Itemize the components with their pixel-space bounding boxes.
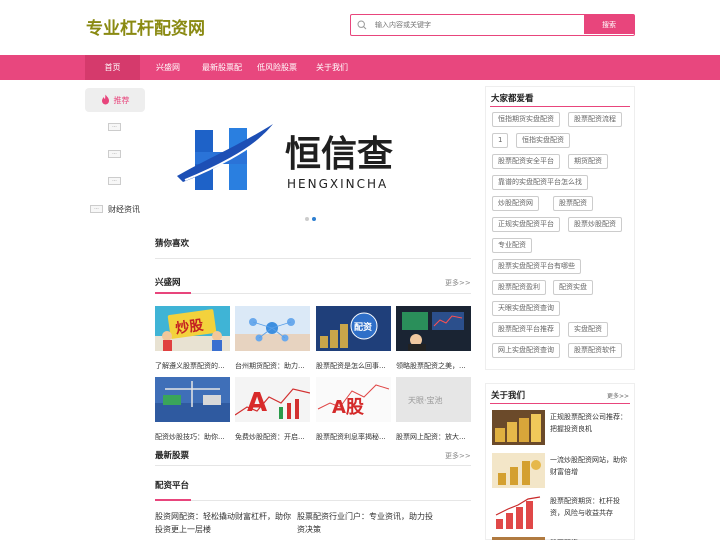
tag-link[interactable]: 恒指期货实盘配资: [492, 112, 560, 127]
about-thumb[interactable]: [492, 495, 545, 530]
article-thumb[interactable]: 配资: [316, 306, 391, 351]
tag-link[interactable]: 天眼实盘配资查询: [492, 301, 560, 316]
section-title-guess: 猜你喜欢: [155, 239, 190, 249]
panel-underline: [490, 403, 630, 404]
search-input[interactable]: [373, 15, 584, 35]
tag-link[interactable]: 正规实盘配资平台: [492, 217, 560, 232]
sidebar-item-recommend[interactable]: 推荐: [85, 88, 145, 112]
platform-post[interactable]: 股资网配资：轻松撬动财富杠杆，助你投资更上一层楼: [155, 510, 295, 536]
nav-latest-stock[interactable]: 最新股票配: [196, 55, 248, 80]
divider: [155, 258, 471, 259]
tag-link[interactable]: 实盘配资: [568, 322, 608, 337]
sidebar-item-2[interactable]: ...: [108, 150, 121, 158]
search-icon: [351, 15, 373, 34]
section-title-xingsheng: 兴盛网: [155, 278, 181, 288]
svg-text:A: A: [247, 388, 267, 418]
hengxincha-logo: 恒信查 HENGXINCHA: [177, 124, 393, 191]
svg-text:A股: A股: [332, 397, 365, 418]
tag-link[interactable]: 股票配资流程: [568, 112, 622, 127]
main-nav: 首页 兴盛网 最新股票配 低风险股票 关于我们: [0, 55, 720, 80]
tag-link[interactable]: 股票实盘配资平台有哪些: [492, 259, 581, 274]
article-thumb[interactable]: 天眼·宝池: [396, 377, 471, 422]
section-underline: [155, 499, 191, 501]
article-title[interactable]: 股票配资利息率揭秘...: [316, 432, 392, 442]
article-thumb[interactable]: A: [235, 377, 310, 422]
sidebar-item-1[interactable]: ...: [108, 123, 121, 131]
panel-underline: [490, 106, 630, 107]
fire-icon: [101, 94, 110, 107]
divider: [155, 293, 471, 294]
search-button[interactable]: 搜索: [584, 15, 634, 34]
carousel-dot[interactable]: [305, 217, 309, 221]
platform-post[interactable]: 股票配资行业门户：专业资讯，助力投资决策: [297, 510, 437, 536]
article-title[interactable]: 了解遵义股票配资的...: [155, 361, 231, 371]
about-thumb[interactable]: [492, 453, 545, 488]
banner-carousel[interactable]: 恒信查 HENGXINCHA: [155, 90, 471, 220]
tag-link[interactable]: 靠谱的实盘配资平台怎么找: [492, 175, 588, 190]
nav-about[interactable]: 关于我们: [309, 55, 355, 80]
nav-xingsheng[interactable]: 兴盛网: [144, 55, 192, 80]
tag-link[interactable]: 股票配资平台推荐: [492, 322, 560, 337]
tag-link[interactable]: 网上实盘配资查询: [492, 343, 560, 358]
tag-link[interactable]: 股票配资盈利: [492, 280, 546, 295]
article-thumb[interactable]: [235, 306, 310, 351]
article-thumb[interactable]: 炒股: [155, 306, 230, 351]
about-item-title[interactable]: 正规股票配资公司推荐：把握投资良机: [550, 411, 630, 435]
article-title[interactable]: 免费炒股配资：开启...: [235, 432, 311, 442]
svg-text:天眼·宝池: 天眼·宝池: [408, 395, 443, 405]
article-title[interactable]: 领略股票配资之美，...: [396, 361, 472, 371]
site-logo[interactable]: 专业杠杆配资网: [86, 14, 205, 39]
banner-brand-en: HENGXINCHA: [287, 177, 388, 191]
nav-home[interactable]: 首页: [85, 55, 140, 80]
nav-low-risk[interactable]: 低风险股票: [251, 55, 303, 80]
svg-text:配资: 配资: [354, 321, 372, 333]
section-underline: [155, 292, 191, 294]
tag-link[interactable]: 股票配资安全平台: [492, 154, 560, 169]
article-title[interactable]: 股票网上配资：放大...: [396, 432, 472, 442]
about-item-title[interactable]: 股票配资期货：杠杆投资，风险与收益共存: [550, 495, 630, 519]
sidebar-item-label: 推荐: [113, 95, 130, 105]
tag-link[interactable]: 股票炒股配资: [568, 217, 622, 232]
about-panel-title: 关于我们: [491, 391, 526, 401]
sidebar-item-finance[interactable]: 财经资讯: [108, 204, 140, 215]
tag-link[interactable]: 1: [492, 133, 509, 148]
section-title-latest: 最新股票: [155, 451, 190, 461]
tag-link[interactable]: 股票配资软件: [568, 343, 622, 358]
tag-link[interactable]: 炒股配资网: [492, 196, 539, 211]
more-link-xingsheng[interactable]: 更多>>: [445, 278, 471, 288]
more-link-latest[interactable]: 更多>>: [445, 451, 471, 461]
section-title-platform: 配资平台: [155, 481, 190, 491]
article-title[interactable]: 配资炒股技巧：助你...: [155, 432, 231, 442]
tag-link[interactable]: 配资实盘: [553, 280, 593, 295]
article-thumb[interactable]: [396, 306, 471, 351]
divider: [155, 465, 471, 466]
search-box: 搜索: [350, 14, 635, 36]
article-title[interactable]: 股票配资是怎么回事...: [316, 361, 392, 371]
carousel-dot-active[interactable]: [312, 217, 316, 221]
more-link-about[interactable]: 更多>>: [607, 391, 629, 400]
banner-brand-cn: 恒信查: [285, 133, 393, 175]
sidebar-item-4[interactable]: ...: [90, 205, 103, 213]
carousel-dots: [305, 217, 316, 221]
article-title[interactable]: 台州期货配资：助力...: [235, 361, 311, 371]
article-thumb[interactable]: A股: [316, 377, 391, 422]
popular-panel-title: 大家都爱看: [491, 94, 534, 104]
tag-link[interactable]: 恒指实盘配资: [516, 133, 570, 148]
tag-link[interactable]: 股票配资: [553, 196, 593, 211]
tag-link[interactable]: 期货配资: [568, 154, 608, 169]
about-item-title[interactable]: 一流炒股配资网站，助你财富倍增: [550, 454, 630, 478]
tag-link[interactable]: 专业配资: [492, 238, 532, 253]
about-thumb[interactable]: [492, 410, 545, 445]
divider: [155, 500, 471, 501]
sidebar-item-3[interactable]: ...: [108, 177, 121, 185]
article-thumb[interactable]: [155, 377, 230, 422]
